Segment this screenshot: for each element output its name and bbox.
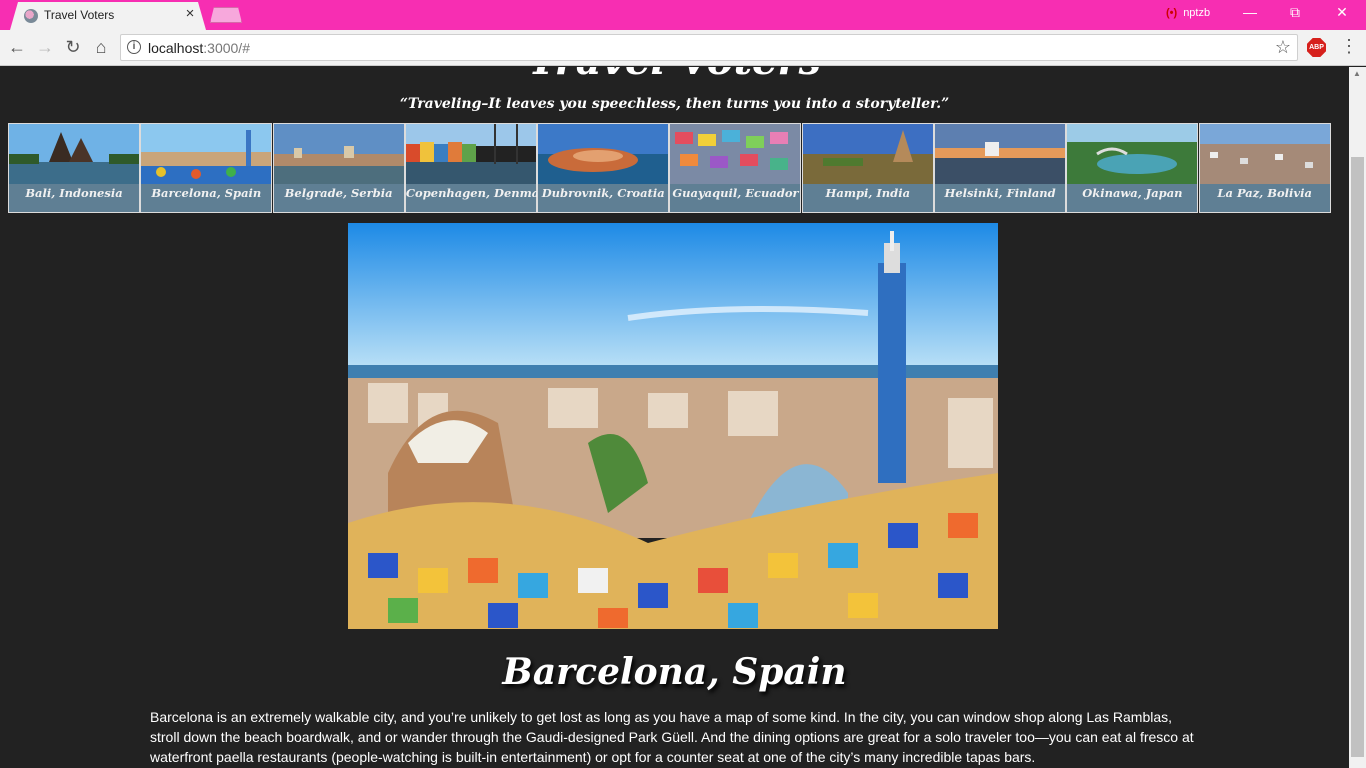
destination-hero-image: [348, 223, 998, 629]
page-scrollbar[interactable]: ▲: [1349, 67, 1366, 768]
adblock-icon[interactable]: ABP: [1307, 38, 1326, 57]
browser-tab[interactable]: Travel Voters ×: [10, 2, 206, 30]
destination-card-copenhagen[interactable]: Copenhagen, Denmark: [404, 123, 554, 213]
destination-label: Belgrade, Serbia: [284, 186, 393, 200]
okinawa-thumbnail: [1067, 124, 1198, 184]
profile-button[interactable]: (•) nptzb: [1166, 7, 1210, 19]
destination-card-la-paz[interactable]: La Paz, Bolivia: [1198, 123, 1331, 213]
back-icon[interactable]: ←: [6, 36, 28, 58]
bali-thumbnail: [9, 124, 139, 184]
page-viewport: Travel Voters “Traveling–It leaves you s…: [0, 67, 1349, 768]
url-text: localhost:3000/#: [148, 40, 250, 56]
destination-card-helsinki[interactable]: Helsinki, Finland: [934, 123, 1067, 213]
tab-title: Travel Voters: [44, 8, 115, 22]
destination-card-dubrovnik[interactable]: Dubrovnik, Croatia: [537, 123, 670, 213]
destination-card-bali[interactable]: Bali, Indonesia: [8, 123, 140, 213]
forward-icon[interactable]: →: [34, 36, 56, 58]
guayaquil-thumbnail: [670, 124, 801, 184]
destination-label: Dubrovnik, Croatia: [541, 186, 665, 200]
profile-icon: (•): [1166, 7, 1178, 19]
destination-card-hampi[interactable]: Hampi, India: [801, 123, 934, 213]
belgrade-thumbnail: [273, 124, 404, 184]
destination-label: Guayaquil, Ecuador: [672, 186, 799, 200]
scrollbar-thumb[interactable]: [1351, 157, 1364, 757]
destination-label: Copenhagen, Denmark: [405, 186, 554, 200]
menu-icon[interactable]: ⋮: [1340, 36, 1358, 57]
favicon-icon: [24, 9, 38, 23]
dubrovnik-thumbnail: [538, 124, 669, 184]
la-paz-thumbnail: [1199, 124, 1330, 184]
destination-label: La Paz, Bolivia: [1217, 186, 1312, 200]
destination-label: Okinawa, Japan: [1082, 186, 1183, 200]
destination-label: Barcelona, Spain: [151, 186, 262, 200]
close-tab-icon[interactable]: ×: [182, 5, 198, 22]
restore-icon[interactable]: ⧉: [1285, 4, 1305, 21]
info-icon[interactable]: i: [127, 40, 141, 54]
bookmark-star-icon[interactable]: ☆: [1275, 37, 1291, 58]
destination-card-belgrade[interactable]: Belgrade, Serbia: [272, 123, 405, 213]
destination-label: Bali, Indonesia: [25, 186, 123, 200]
site-title: Travel Voters: [0, 67, 1349, 84]
minimize-icon[interactable]: —: [1240, 4, 1260, 20]
selected-destination-title: Barcelona, Spain: [502, 651, 847, 693]
profile-name: nptzb: [1183, 7, 1211, 19]
helsinki-thumbnail: [935, 124, 1066, 184]
browser-toolbar: ← → ↻ ⌂ i localhost:3000/# ☆ ABP ⋮: [0, 30, 1366, 66]
hampi-thumbnail: [802, 124, 933, 184]
close-window-icon[interactable]: ✕: [1332, 4, 1352, 21]
travel-quote: “Traveling–It leaves you speechless, the…: [399, 96, 950, 112]
destination-card-barcelona[interactable]: Barcelona, Spain: [140, 123, 273, 213]
destination-label: Helsinki, Finland: [944, 186, 1056, 200]
selected-destination-description: Barcelona is an extremely walkable city,…: [150, 709, 1194, 765]
address-bar[interactable]: i localhost:3000/# ☆: [120, 34, 1298, 61]
destination-strip: Bali, Indonesia Barcelona, Spain Belgrad…: [8, 123, 1341, 213]
new-tab-button[interactable]: [210, 7, 242, 23]
barcelona-thumbnail: [141, 124, 272, 184]
home-icon[interactable]: ⌂: [90, 36, 112, 58]
browser-titlebar: Travel Voters × (•) nptzb — ⧉ ✕: [0, 0, 1366, 30]
copenhagen-thumbnail: [405, 124, 536, 184]
scroll-up-icon[interactable]: ▲: [1353, 69, 1361, 78]
reload-icon[interactable]: ↻: [62, 36, 84, 58]
destination-label: Hampi, India: [825, 186, 911, 200]
destination-card-guayaquil[interactable]: Guayaquil, Ecuador: [669, 123, 802, 213]
destination-card-okinawa[interactable]: Okinawa, Japan: [1066, 123, 1199, 213]
